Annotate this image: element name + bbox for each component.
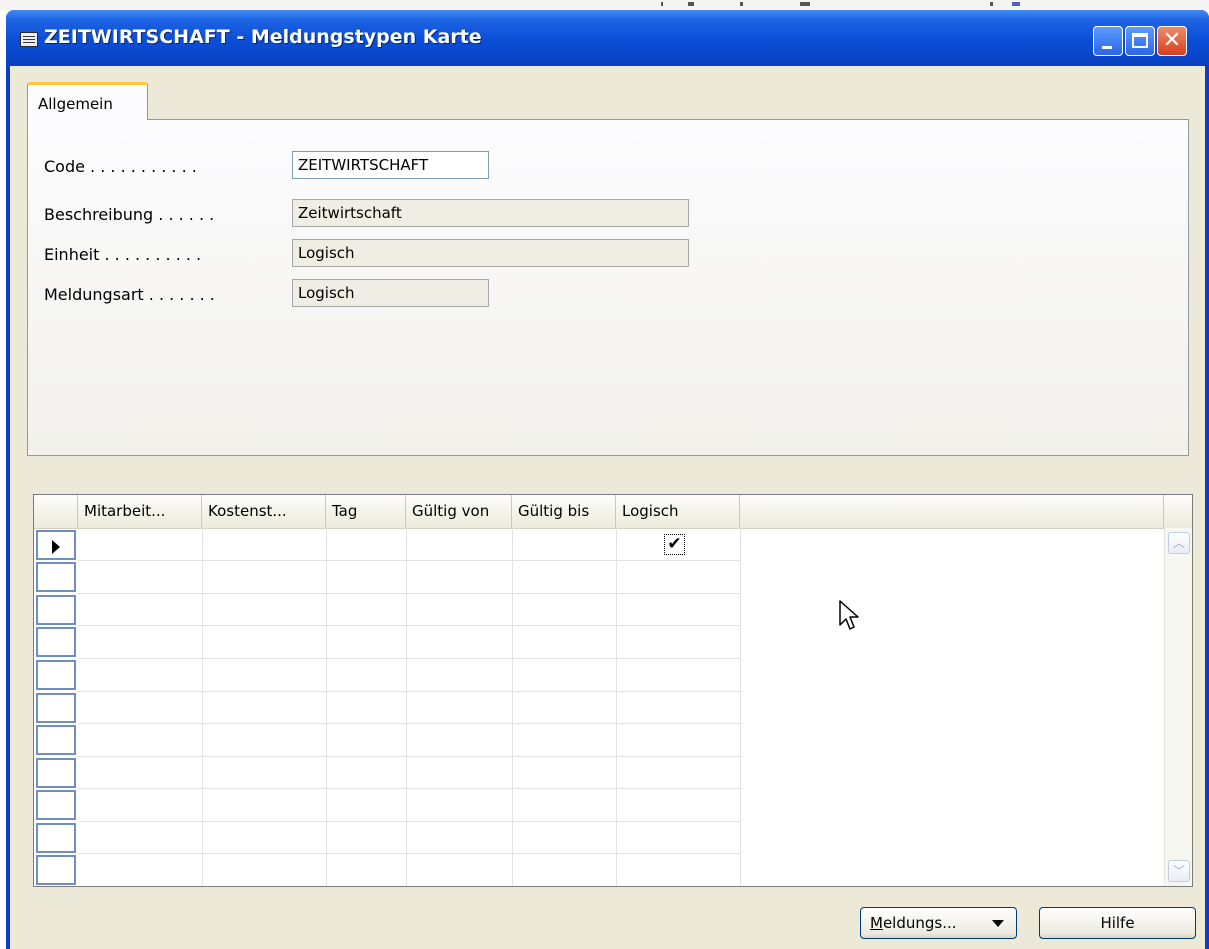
client-area: Allgemein Code . . . . . . . . . . . ZEI… xyxy=(10,66,1205,949)
logisch-checkbox[interactable]: ✔ xyxy=(664,534,685,555)
chevron-down-icon xyxy=(992,920,1004,927)
hilfe-button[interactable]: Hilfe xyxy=(1039,907,1196,939)
einheit-field[interactable]: Logisch xyxy=(292,239,689,267)
row-selector[interactable] xyxy=(36,758,76,788)
tab-allgemein[interactable]: Allgemein xyxy=(27,82,148,120)
code-field[interactable]: ZEITWIRTSCHAFT xyxy=(292,151,489,179)
row-selector[interactable] xyxy=(36,562,76,592)
column-header-filler xyxy=(740,495,1164,528)
column-header-tag[interactable]: Tag xyxy=(326,495,406,528)
meldungs-button-label: Meldungs... xyxy=(870,914,957,932)
maximize-icon xyxy=(1132,33,1148,48)
row-selector[interactable] xyxy=(36,660,76,690)
row-selector-current[interactable] xyxy=(36,530,76,560)
row-selector[interactable] xyxy=(36,790,76,820)
close-icon: ✕ xyxy=(1162,28,1182,53)
mouse-pointer-icon xyxy=(839,600,859,630)
row-selector-column xyxy=(34,528,78,886)
lines-grid[interactable]: Mitarbeit... Kostenst... Tag Gültig von … xyxy=(33,494,1193,887)
beschreibung-field[interactable]: Zeitwirtschaft xyxy=(292,199,689,227)
title-bar[interactable]: ZEITWIRTSCHAFT - Meldungstypen Karte ✕ xyxy=(6,10,1209,66)
tab-label: Allgemein xyxy=(38,95,113,113)
beschreibung-label: Beschreibung . . . . . . xyxy=(44,205,215,224)
table-icon[interactable] xyxy=(20,32,38,47)
row-pointer-icon xyxy=(52,540,60,554)
meldungs-menu-button[interactable]: Meldungs... xyxy=(860,907,1017,939)
row-selector-header xyxy=(34,495,78,528)
close-button[interactable]: ✕ xyxy=(1157,26,1187,56)
row-selector[interactable] xyxy=(36,627,76,657)
minimize-button[interactable] xyxy=(1093,26,1123,56)
row-selector[interactable] xyxy=(36,595,76,625)
column-header-kostenstelle[interactable]: Kostenst... xyxy=(202,495,326,528)
row-selector[interactable] xyxy=(36,693,76,723)
window: ZEITWIRTSCHAFT - Meldungstypen Karte ✕ A… xyxy=(6,10,1209,949)
column-header-gueltig-bis[interactable]: Gültig bis xyxy=(512,495,616,528)
background-strip xyxy=(0,0,1209,10)
column-header-gueltig-von[interactable]: Gültig von xyxy=(406,495,512,528)
hilfe-button-label: Hilfe xyxy=(1100,914,1135,932)
code-label: Code . . . . . . . . . . . xyxy=(44,157,197,176)
column-header-logisch[interactable]: Logisch xyxy=(616,495,740,528)
einheit-label: Einheit . . . . . . . . . . xyxy=(44,245,202,264)
meldungsart-field[interactable]: Logisch xyxy=(292,279,489,307)
row-selector[interactable] xyxy=(36,855,76,885)
column-header-mitarbeiter[interactable]: Mitarbeit... xyxy=(78,495,202,528)
minimize-icon xyxy=(1102,46,1112,49)
row-selector[interactable] xyxy=(36,725,76,755)
meldungsart-label: Meldungsart . . . . . . . xyxy=(44,285,215,304)
row-selector[interactable] xyxy=(36,823,76,853)
scroll-up-button[interactable]: ︿ xyxy=(1168,532,1190,554)
vertical-scrollbar[interactable]: ︿ ﹀ xyxy=(1164,528,1192,886)
window-title: ZEITWIRTSCHAFT - Meldungstypen Karte xyxy=(44,26,482,48)
maximize-button[interactable] xyxy=(1125,26,1155,56)
grid-header: Mitarbeit... Kostenst... Tag Gültig von … xyxy=(34,495,1192,529)
scroll-down-button[interactable]: ﹀ xyxy=(1168,860,1190,882)
